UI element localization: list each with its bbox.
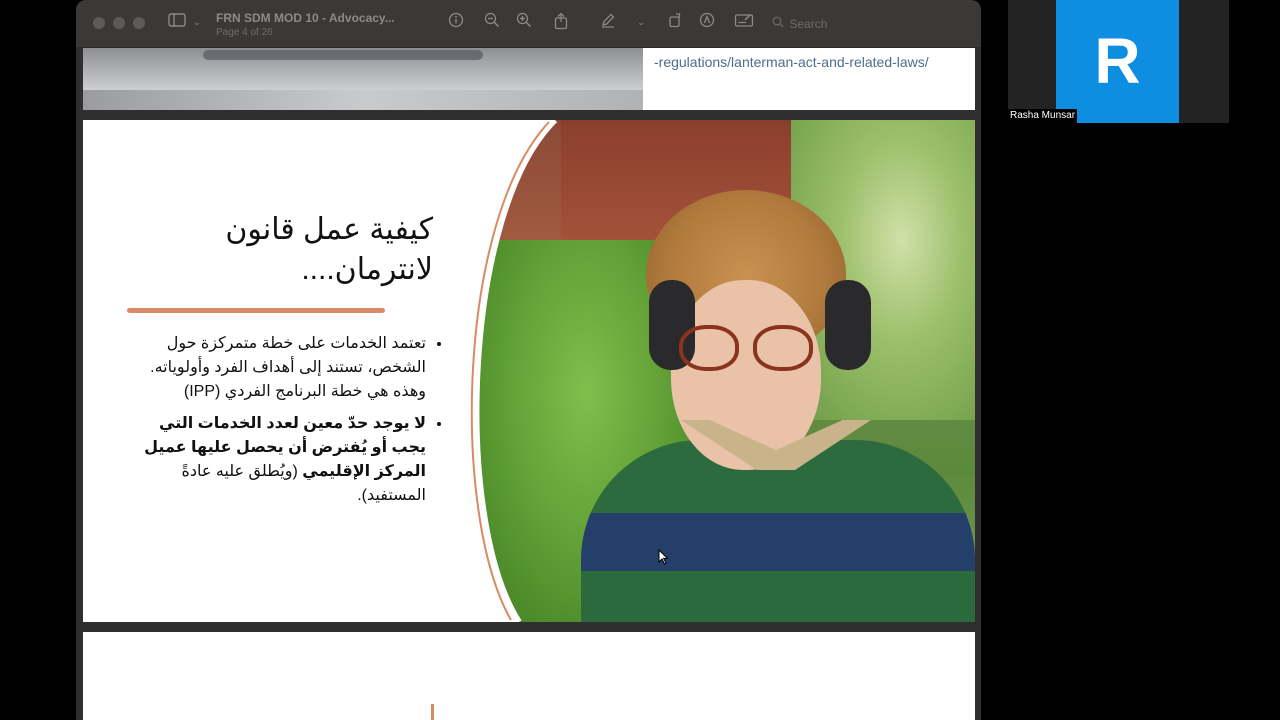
reference-link[interactable]: -regulations/lanterman-act-and-related-l…: [654, 52, 974, 72]
title-underline: [127, 308, 385, 313]
markup-pen-icon[interactable]: [597, 12, 619, 34]
chevron-down-icon[interactable]: ⌄: [186, 12, 208, 34]
search-icon: [772, 14, 786, 34]
zoom-out-icon[interactable]: [481, 12, 503, 34]
sidebar-icon[interactable]: [166, 12, 188, 34]
participant-avatar: R: [1056, 0, 1179, 123]
markup-menu-chevron-icon[interactable]: ⌄: [630, 12, 652, 34]
bullet-item: تعتمد الخدمات على خطة متمركزة حول الشخص،…: [133, 332, 426, 404]
preview-window: ⌄ FRN SDM MOD 10 - Advocacy... Page 4 of…: [76, 0, 981, 720]
previous-page: -regulations/lanterman-act-and-related-l…: [83, 48, 975, 110]
zoom-window-button[interactable]: [133, 17, 145, 29]
share-icon[interactable]: [550, 12, 572, 34]
slide-bullets: تعتمد الخدمات على خطة متمركزة حول الشخص،…: [133, 332, 448, 516]
next-page: [83, 632, 975, 720]
close-window-button[interactable]: [93, 17, 105, 29]
title-bar: ⌄ FRN SDM MOD 10 - Advocacy... Page 4 of…: [76, 0, 981, 48]
slide-title: كيفية عمل قانون لانترمان....: [225, 213, 433, 286]
highlight-icon[interactable]: [696, 12, 718, 34]
document-title: FRN SDM MOD 10 - Advocacy...: [216, 11, 395, 25]
search-field[interactable]: Search: [772, 14, 962, 34]
document-view[interactable]: -regulations/lanterman-act-and-related-l…: [76, 48, 981, 720]
info-icon[interactable]: [445, 12, 467, 34]
rotate-icon[interactable]: [664, 12, 686, 34]
search-placeholder: Search: [789, 17, 828, 31]
form-icon[interactable]: [733, 12, 755, 34]
participant-name: Rasha Munsar: [1008, 109, 1078, 123]
slide-text-block: كيفية عمل قانون لانترمان.... تعتمد الخدم…: [83, 120, 471, 622]
slide-page: كيفية عمل قانون لانترمان.... تعتمد الخدم…: [83, 120, 975, 622]
minimize-window-button[interactable]: [113, 17, 125, 29]
page-indicator: Page 4 of 26: [216, 27, 273, 38]
mouse-cursor-icon: [658, 549, 668, 565]
bullet-text: تعتمد الخدمات على خطة متمركزة حول الشخص،…: [150, 335, 426, 400]
bullet-item: لا يوجد حدّ معين لعدد الخدمات التي يجب أ…: [133, 412, 426, 508]
participant-tile[interactable]: R Rasha Munsar: [1008, 0, 1229, 123]
previous-page-photo: [83, 48, 643, 110]
zoom-in-icon[interactable]: [513, 12, 535, 34]
slide-photo: [471, 120, 975, 622]
headphones-right-icon: [825, 280, 871, 370]
screen: ⌄ FRN SDM MOD 10 - Advocacy... Page 4 of…: [0, 0, 1280, 720]
next-page-accent: [431, 704, 434, 720]
